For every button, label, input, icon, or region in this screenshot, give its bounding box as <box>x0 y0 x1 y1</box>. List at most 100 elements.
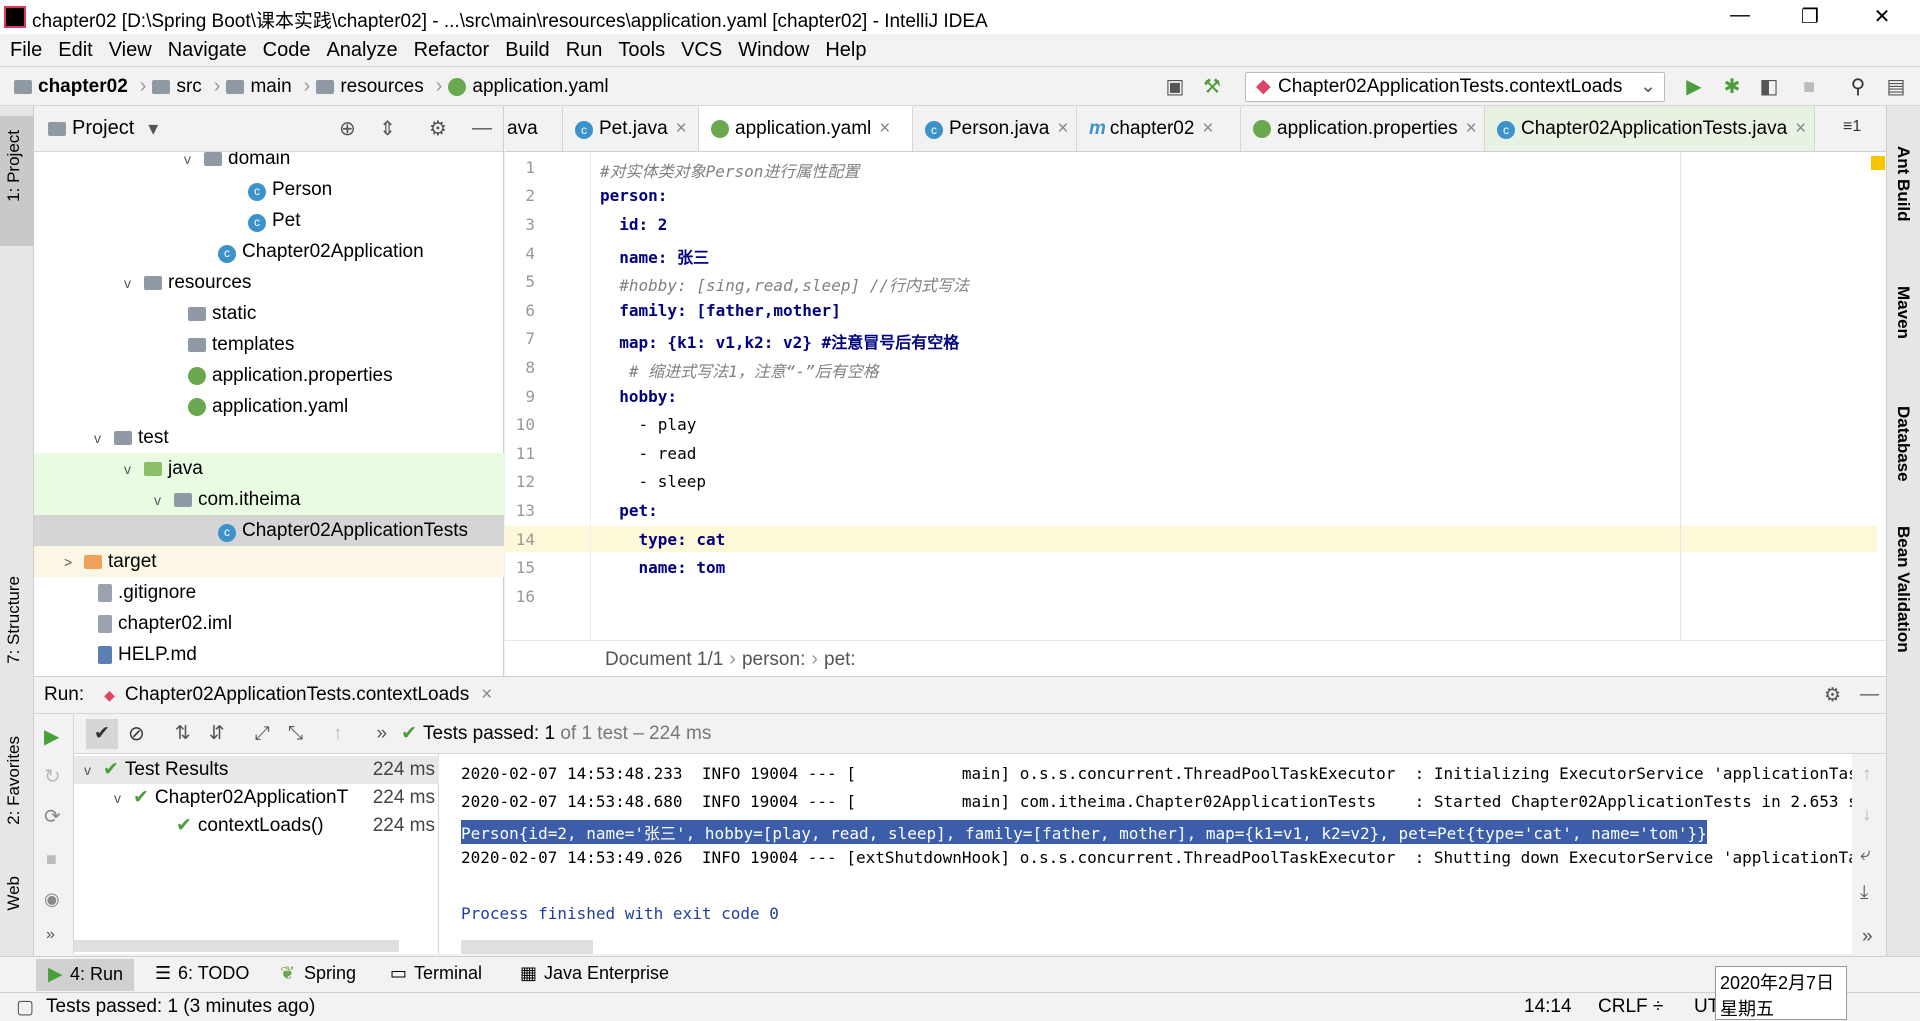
tree-item-java[interactable]: v java <box>34 453 504 484</box>
locate-icon[interactable]: ⊕ <box>339 116 356 141</box>
tab-pet-java[interactable]: c Pet.java × <box>563 106 699 151</box>
tab-spring[interactable]: Spring <box>304 963 356 984</box>
restore-button[interactable]: ❐ <box>1790 4 1830 30</box>
collapse-all-icon[interactable]: ⤡ <box>288 723 303 745</box>
close-icon[interactable]: × <box>1795 118 1806 139</box>
run-anything-icon[interactable]: ▣ <box>1163 75 1187 99</box>
tab-chapter02[interactable]: m chapter02 × <box>1077 106 1241 151</box>
tree-item-domain[interactable]: v domain <box>34 152 504 174</box>
tab-java-enterprise[interactable]: Java Enterprise <box>544 963 669 984</box>
collapse-all-icon[interactable]: ⇕ <box>379 116 396 141</box>
menu-window[interactable]: Window <box>738 39 809 62</box>
tab-application-yaml[interactable]: application.yaml × <box>699 106 913 151</box>
sort-duration-icon[interactable]: ⇵ <box>209 722 225 745</box>
database-tool-tab[interactable]: Database <box>1893 406 1913 482</box>
tab-truncated[interactable]: ava <box>505 106 563 151</box>
build-hammer-icon[interactable]: ⚒ <box>1200 75 1224 99</box>
arrow-up-icon[interactable]: ↑ <box>333 723 343 745</box>
hide-icon[interactable]: — <box>472 117 492 140</box>
tab-person-java[interactable]: c Person.java × <box>913 106 1077 151</box>
code-editor[interactable]: 1 2 3 4 5 6 7 8 9 10 11 12 13 14 15 16 #… <box>505 152 1886 640</box>
menu-code[interactable]: Code <box>263 39 311 62</box>
breadcrumb-document[interactable]: Document 1/1 <box>605 649 723 671</box>
tree-item-application-properties[interactable]: application.properties <box>34 360 504 391</box>
tab-chapter02applicationtests-java[interactable]: c Chapter02ApplicationTests.java × <box>1485 106 1815 151</box>
expand-arrow-icon[interactable]: v <box>184 152 204 175</box>
tab-overflow-button[interactable]: ≡1 <box>1843 118 1861 136</box>
stop-icon[interactable]: ■ <box>46 849 57 870</box>
inspection-status-icon[interactable] <box>1871 156 1885 170</box>
toggle-auto-test-icon[interactable]: ⟳ <box>44 804 61 829</box>
tab-application-properties[interactable]: application.properties × <box>1241 106 1485 151</box>
menu-view[interactable]: View <box>109 39 152 62</box>
run-configuration-select[interactable]: ◆ Chapter02ApplicationTests.contextLoads… <box>1245 72 1665 102</box>
horizontal-scrollbar[interactable] <box>74 940 399 952</box>
rerun-failed-icon[interactable]: ↻ <box>44 764 61 789</box>
arrow-up-icon[interactable]: ↑ <box>1862 764 1872 786</box>
stop-icon[interactable]: ■ <box>1797 75 1821 99</box>
expand-all-icon[interactable]: ⤢ <box>255 723 270 745</box>
expand-arrow-icon[interactable]: v <box>84 762 91 778</box>
expand-arrow-icon[interactable]: v <box>124 268 144 299</box>
hide-icon[interactable]: — <box>1860 684 1879 706</box>
close-button[interactable]: ✕ <box>1862 4 1902 30</box>
breadcrumb-pet[interactable]: pet: <box>824 649 856 671</box>
close-icon[interactable]: × <box>481 684 492 706</box>
breadcrumb-person[interactable]: person: <box>742 649 805 671</box>
expand-arrow-icon[interactable]: v <box>114 790 121 806</box>
menu-edit[interactable]: Edit <box>58 39 92 62</box>
run-config-tab[interactable]: Chapter02ApplicationTests.contextLoads <box>125 684 469 706</box>
show-passed-icon[interactable]: ✔ <box>86 718 118 749</box>
close-icon[interactable]: × <box>676 118 687 139</box>
tree-item-target[interactable]: > target <box>34 546 504 577</box>
close-icon[interactable]: × <box>1057 118 1068 139</box>
tree-item-templates[interactable]: templates <box>34 329 504 360</box>
tree-item-help-md[interactable]: HELP.md <box>34 639 504 670</box>
maven-tool-tab[interactable]: Maven <box>1893 286 1913 339</box>
tree-item-com-itheima[interactable]: v com.itheima <box>34 484 504 515</box>
expand-arrow-icon[interactable]: v <box>124 454 144 485</box>
menu-analyze[interactable]: Analyze <box>326 39 397 62</box>
tree-item-chapter02application[interactable]: c Chapter02Application <box>34 236 504 267</box>
rerun-icon[interactable]: ▶ <box>44 724 59 749</box>
menu-file[interactable]: File <box>10 39 42 62</box>
close-icon[interactable]: × <box>879 118 890 139</box>
project-tool-tab[interactable]: 1: Project <box>0 116 34 246</box>
tab-run[interactable]: ▶ 4: Run <box>36 959 134 991</box>
crumb-project[interactable]: chapter02 <box>38 76 128 98</box>
project-panel-title[interactable]: Project <box>72 117 134 140</box>
crumb-file[interactable]: application.yaml <box>472 76 608 98</box>
tree-item-resources[interactable]: v resources <box>34 267 504 298</box>
gear-icon[interactable]: ⚙ <box>429 116 447 141</box>
tree-item-test[interactable]: v test <box>34 422 504 453</box>
favorites-tool-tab[interactable]: 2: Favorites <box>4 736 24 825</box>
arrow-down-icon[interactable]: ↓ <box>1862 804 1872 826</box>
status-message[interactable]: Tests passed: 1 (3 minutes ago) <box>46 996 315 1018</box>
soft-wrap-icon[interactable]: ⤶ <box>1860 844 1871 866</box>
menu-navigate[interactable]: Navigate <box>168 39 247 62</box>
status-toggle-icon[interactable]: ▢ <box>16 996 34 1019</box>
tree-item-person[interactable]: c Person <box>34 174 504 205</box>
web-tool-tab[interactable]: Web <box>4 876 24 911</box>
tree-item-pet[interactable]: c Pet <box>34 205 504 236</box>
ant-build-tool-tab[interactable]: Ant Build <box>1893 146 1913 222</box>
chevron-down-icon[interactable]: ▾ <box>148 116 158 141</box>
tree-item-static[interactable]: static <box>34 298 504 329</box>
menu-vcs[interactable]: VCS <box>681 39 722 62</box>
console-output[interactable]: 2020-02-07 14:53:48.233 INFO 19004 --- [… <box>439 754 1852 954</box>
menu-run[interactable]: Run <box>566 39 603 62</box>
coverage-icon[interactable]: ◧ <box>1757 75 1781 99</box>
tab-terminal[interactable]: Terminal <box>414 963 482 984</box>
menu-build[interactable]: Build <box>505 39 549 62</box>
menu-refactor[interactable]: Refactor <box>414 39 490 62</box>
sort-alpha-icon[interactable]: ⇅ <box>175 722 191 745</box>
tree-item-chapter02-iml[interactable]: chapter02.iml <box>34 608 504 639</box>
menu-help[interactable]: Help <box>825 39 866 62</box>
menu-tools[interactable]: Tools <box>618 39 665 62</box>
close-icon[interactable]: × <box>1202 118 1213 139</box>
more-icon[interactable]: » <box>1862 926 1873 948</box>
camera-icon[interactable]: ◉ <box>44 889 60 910</box>
close-icon[interactable]: × <box>1466 118 1477 139</box>
project-structure-icon[interactable]: ▤ <box>1884 75 1908 99</box>
structure-tool-tab[interactable]: 7: Structure <box>4 576 24 664</box>
